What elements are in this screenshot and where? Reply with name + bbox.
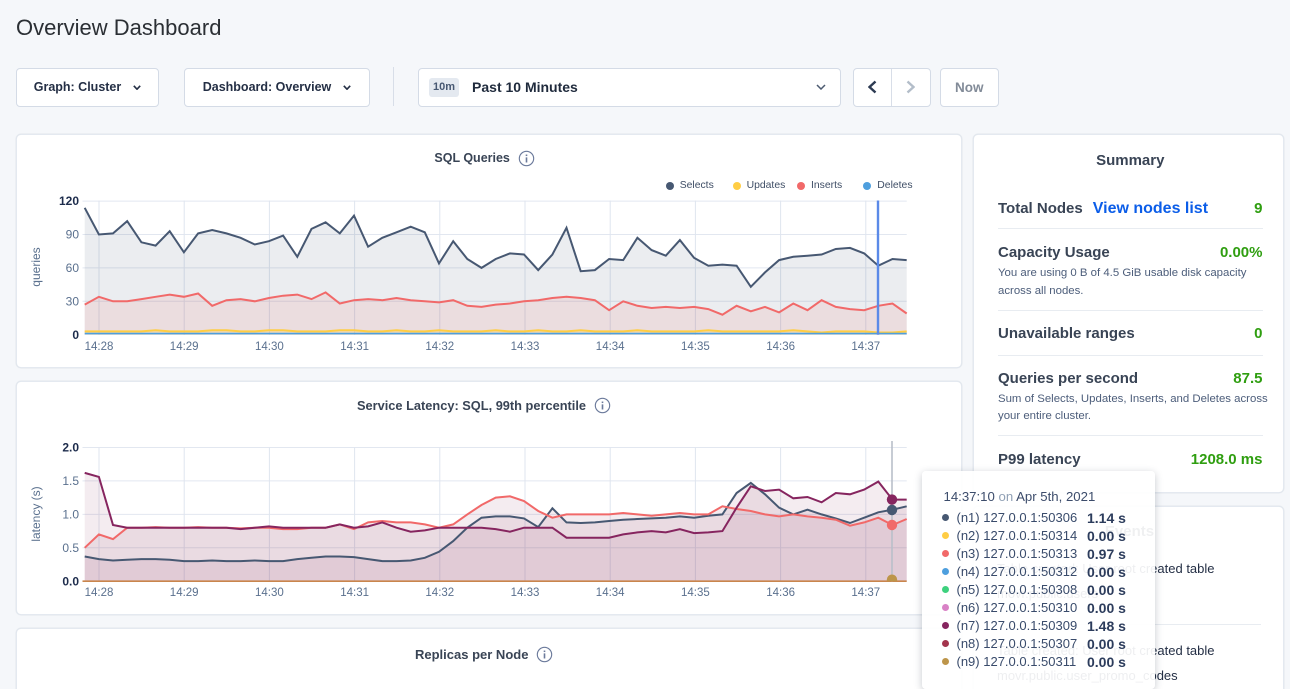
svg-text:14:31: 14:31 — [340, 340, 369, 352]
svg-text:2.0: 2.0 — [62, 441, 79, 455]
svg-text:1.5: 1.5 — [62, 474, 79, 488]
svg-text:1.0: 1.0 — [62, 508, 79, 522]
svg-text:14:36: 14:36 — [766, 340, 795, 352]
svg-text:14:31: 14:31 — [340, 587, 369, 599]
svg-text:14:35: 14:35 — [681, 587, 710, 599]
svg-text:14:36: 14:36 — [766, 587, 795, 599]
svg-text:30: 30 — [66, 294, 80, 308]
svg-text:60: 60 — [66, 261, 80, 275]
svg-text:14:29: 14:29 — [170, 587, 199, 599]
svg-text:14:33: 14:33 — [511, 340, 540, 352]
svg-text:14:28: 14:28 — [85, 340, 114, 352]
svg-text:14:30: 14:30 — [255, 340, 284, 352]
svg-text:120: 120 — [59, 194, 79, 208]
svg-text:14:34: 14:34 — [596, 587, 625, 599]
svg-text:14:35: 14:35 — [681, 340, 710, 352]
svg-text:14:32: 14:32 — [425, 340, 454, 352]
svg-text:14:33: 14:33 — [511, 587, 540, 599]
svg-text:14:28: 14:28 — [85, 587, 114, 599]
svg-text:14:37: 14:37 — [851, 587, 880, 599]
svg-text:14:30: 14:30 — [255, 587, 284, 599]
svg-text:0.0: 0.0 — [62, 575, 79, 589]
svg-text:14:32: 14:32 — [425, 587, 454, 599]
svg-text:14:29: 14:29 — [170, 340, 199, 352]
svg-text:14:34: 14:34 — [596, 340, 625, 352]
svg-text:90: 90 — [66, 227, 80, 241]
svg-text:latency (s): latency (s) — [29, 486, 43, 541]
svg-text:queries: queries — [29, 247, 43, 286]
svg-text:0: 0 — [72, 328, 79, 342]
svg-text:0.5: 0.5 — [62, 541, 79, 555]
svg-text:14:37: 14:37 — [851, 340, 880, 352]
